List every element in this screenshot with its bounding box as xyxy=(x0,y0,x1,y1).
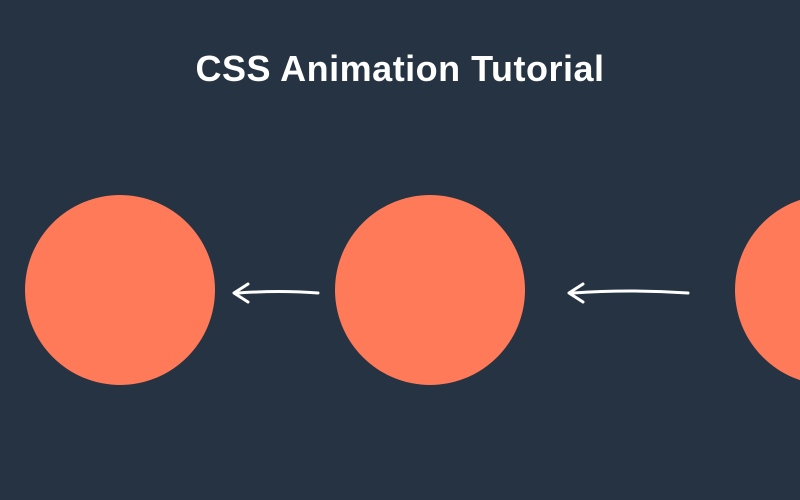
animation-circle-1 xyxy=(25,195,215,385)
page-title: CSS Animation Tutorial xyxy=(0,48,800,90)
animation-circle-3 xyxy=(735,195,800,385)
arrow-left-icon xyxy=(230,278,320,313)
animation-circle-2 xyxy=(335,195,525,385)
arrow-left-icon xyxy=(565,278,690,313)
